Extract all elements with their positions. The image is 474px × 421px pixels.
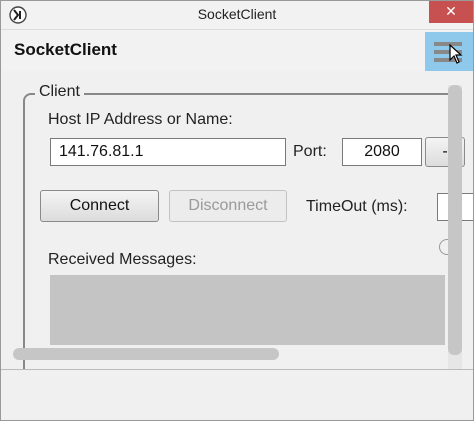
connect-button[interactable]: Connect <box>40 190 159 222</box>
horizontal-scrollbar-thumb[interactable] <box>13 348 279 360</box>
client-content: Client Host IP Address or Name: Port: - … <box>1 71 473 371</box>
window-title: SocketClient <box>197 6 277 22</box>
hamburger-menu-icon[interactable] <box>425 32 473 72</box>
received-messages-label: Received Messages: <box>48 251 197 268</box>
vertical-scrollbar-thumb[interactable] <box>448 85 462 355</box>
received-messages-list[interactable] <box>50 275 445 345</box>
close-button[interactable]: ✕ <box>429 1 473 23</box>
port-input[interactable] <box>342 138 422 166</box>
client-group-label: Client <box>35 83 84 101</box>
host-label: Host IP Address or Name: <box>48 111 233 128</box>
app-header: SocketClient <box>1 29 473 72</box>
app-window: SocketClient ✕ SocketClient Client Host … <box>0 0 474 421</box>
port-label: Port: <box>293 143 327 160</box>
title-bar[interactable]: SocketClient ✕ <box>1 1 473 29</box>
host-input[interactable] <box>50 138 286 166</box>
timeout-label: TimeOut (ms): <box>306 198 408 215</box>
disconnect-button[interactable]: Disconnect <box>169 190 287 222</box>
mouse-pointer-icon <box>449 44 463 64</box>
page-title: SocketClient <box>14 40 117 59</box>
status-area <box>1 370 473 420</box>
